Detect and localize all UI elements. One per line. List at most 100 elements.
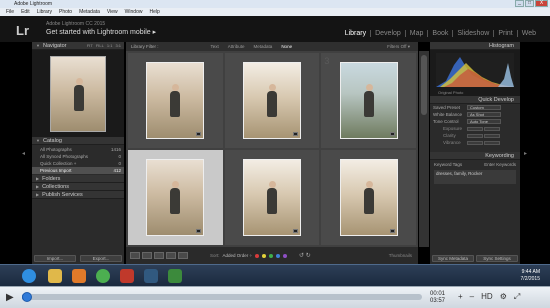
lightroom-icon[interactable] (144, 269, 158, 283)
filters-off-dropdown[interactable]: Filters Off ▾ (387, 44, 410, 50)
catalog-item-all-synced[interactable]: All Synced Photographs 0 (32, 153, 124, 160)
loupe-view-icon[interactable] (142, 252, 152, 259)
catalog-item-quick-collection[interactable]: Quick Collection + 0 (32, 160, 124, 167)
module-book[interactable]: Book (428, 30, 454, 37)
vibrance-decrease-button[interactable] (467, 140, 483, 145)
progress-knob[interactable] (22, 292, 32, 302)
scroll-thumb[interactable] (421, 55, 427, 115)
color-label-red[interactable] (255, 253, 260, 258)
zoom-fill[interactable]: FILL (96, 43, 104, 48)
grid-cell[interactable] (128, 53, 223, 148)
collections-header[interactable]: ▶ Collections (32, 183, 124, 191)
filter-tab-attribute[interactable]: Attribute (228, 44, 245, 49)
filter-tab-none[interactable]: None (281, 44, 292, 49)
catalog-item-previous-import[interactable]: Previous Import 412 (32, 167, 124, 174)
keywording-header[interactable]: Keywording (430, 152, 520, 160)
grid-view-icon[interactable] (130, 252, 140, 259)
auto-tone-button[interactable]: Auto Tone (467, 119, 501, 124)
folders-header[interactable]: ▶ Folders (32, 175, 124, 183)
people-view-icon[interactable] (178, 252, 188, 259)
keywords-textarea[interactable]: dresses, family, Rocker (434, 170, 516, 184)
menu-file[interactable]: File (6, 9, 14, 15)
grid-cell[interactable] (224, 150, 320, 245)
grid-cell-selected[interactable] (128, 150, 223, 245)
module-library[interactable]: Library (341, 30, 372, 37)
hd-icon[interactable]: HD (481, 292, 493, 302)
module-map[interactable]: Map (406, 30, 429, 37)
vibrance-increase-button[interactable] (484, 140, 500, 145)
exposure-decrease-button[interactable] (467, 126, 483, 131)
sync-metadata-button[interactable]: Sync Metadata (432, 255, 474, 262)
color-label-purple[interactable] (283, 253, 288, 258)
catalog-item-all-photographs[interactable]: All Photographs 1416 (32, 146, 124, 153)
publish-services-header[interactable]: ▶ Publish Services (32, 191, 124, 199)
menu-photo[interactable]: Photo (59, 9, 72, 15)
photo-thumbnail[interactable] (146, 159, 205, 236)
histogram-header[interactable]: Histogram (430, 42, 520, 50)
mobile-promo-link[interactable]: Get started with Lightroom mobile ▸ (46, 28, 156, 36)
camtasia-icon[interactable] (168, 269, 182, 283)
survey-view-icon[interactable] (166, 252, 176, 259)
catalog-header[interactable]: ▼ Catalog (32, 137, 124, 145)
media-player-icon[interactable] (72, 269, 86, 283)
quick-develop-header[interactable]: Quick Develop (430, 96, 520, 104)
menu-library[interactable]: Library (37, 9, 52, 15)
progress-bar[interactable] (22, 292, 422, 302)
photo-thumbnail[interactable] (242, 62, 301, 139)
explorer-icon[interactable] (48, 269, 62, 283)
original-photo-checkbox[interactable]: Original Photo (438, 90, 463, 95)
saved-preset-select[interactable]: Custom (467, 105, 501, 110)
color-label-green[interactable] (269, 253, 274, 258)
import-button[interactable]: Import... (34, 255, 76, 262)
start-orb-icon[interactable] (22, 269, 36, 283)
module-develop[interactable]: Develop (371, 30, 406, 37)
export-button[interactable]: Export... (80, 255, 122, 262)
close-button[interactable]: X (535, 0, 548, 7)
clarity-increase-button[interactable] (484, 133, 500, 138)
color-label-yellow[interactable] (262, 253, 267, 258)
zoom-3-1[interactable]: 3:1 (115, 43, 121, 48)
photo-thumbnail[interactable] (146, 62, 205, 139)
left-panel-toggle-icon[interactable]: ◂ (22, 150, 25, 157)
filter-tab-metadata[interactable]: Metadata (254, 44, 273, 49)
sync-settings-button[interactable]: Sync Settings (476, 255, 518, 262)
app-icon[interactable] (120, 269, 134, 283)
navigator-preview[interactable] (32, 50, 124, 137)
zoom-1-1[interactable]: 1:1 (107, 43, 113, 48)
volume-up-icon[interactable]: + (458, 292, 463, 302)
module-slideshow[interactable]: Slideshow (453, 30, 495, 37)
navigator-header[interactable]: ▼ Navigator FIT FILL 1:1 3:1 (32, 42, 124, 50)
chrome-icon[interactable] (96, 269, 110, 283)
menu-view[interactable]: View (107, 9, 118, 15)
clarity-decrease-button[interactable] (467, 133, 483, 138)
sort-dropdown[interactable]: Added Order ÷ (223, 253, 253, 258)
play-icon[interactable]: ▶ (6, 292, 14, 303)
menu-help[interactable]: Help (149, 9, 159, 15)
grid-cell[interactable] (321, 150, 416, 245)
color-label-blue[interactable] (276, 253, 281, 258)
menu-metadata[interactable]: Metadata (79, 9, 100, 15)
photo-thumbnail[interactable] (242, 159, 301, 236)
settings-icon[interactable]: ⚙ (500, 292, 507, 302)
minimize-button[interactable]: _ (515, 0, 524, 7)
zoom-fit[interactable]: FIT (87, 43, 93, 48)
system-clock[interactable]: 9:44 AM 7/2/2015 (521, 269, 540, 283)
module-web[interactable]: Web (518, 30, 540, 37)
right-panel-toggle-icon[interactable]: ▸ (524, 150, 527, 157)
fullscreen-icon[interactable]: ⤢ (514, 292, 520, 302)
white-balance-select[interactable]: As Shot (467, 112, 501, 117)
photo-thumbnail[interactable] (339, 62, 398, 139)
compare-view-icon[interactable] (154, 252, 164, 259)
maximize-button[interactable]: □ (525, 0, 534, 7)
volume-down-icon[interactable]: – (470, 292, 474, 302)
grid-cell[interactable]: 3 (321, 53, 416, 148)
grid-cell[interactable] (224, 53, 320, 148)
exposure-increase-button[interactable] (484, 126, 500, 131)
grid-scrollbar[interactable] (419, 51, 429, 247)
rotate-icons[interactable]: ↺ ↻ (299, 252, 311, 259)
keyword-tags-select[interactable]: Enter Keywords (484, 162, 516, 167)
module-print[interactable]: Print (494, 30, 518, 37)
filter-tab-text[interactable]: Text (211, 44, 219, 49)
menu-window[interactable]: Window (125, 9, 143, 15)
photo-thumbnail[interactable] (339, 159, 398, 236)
